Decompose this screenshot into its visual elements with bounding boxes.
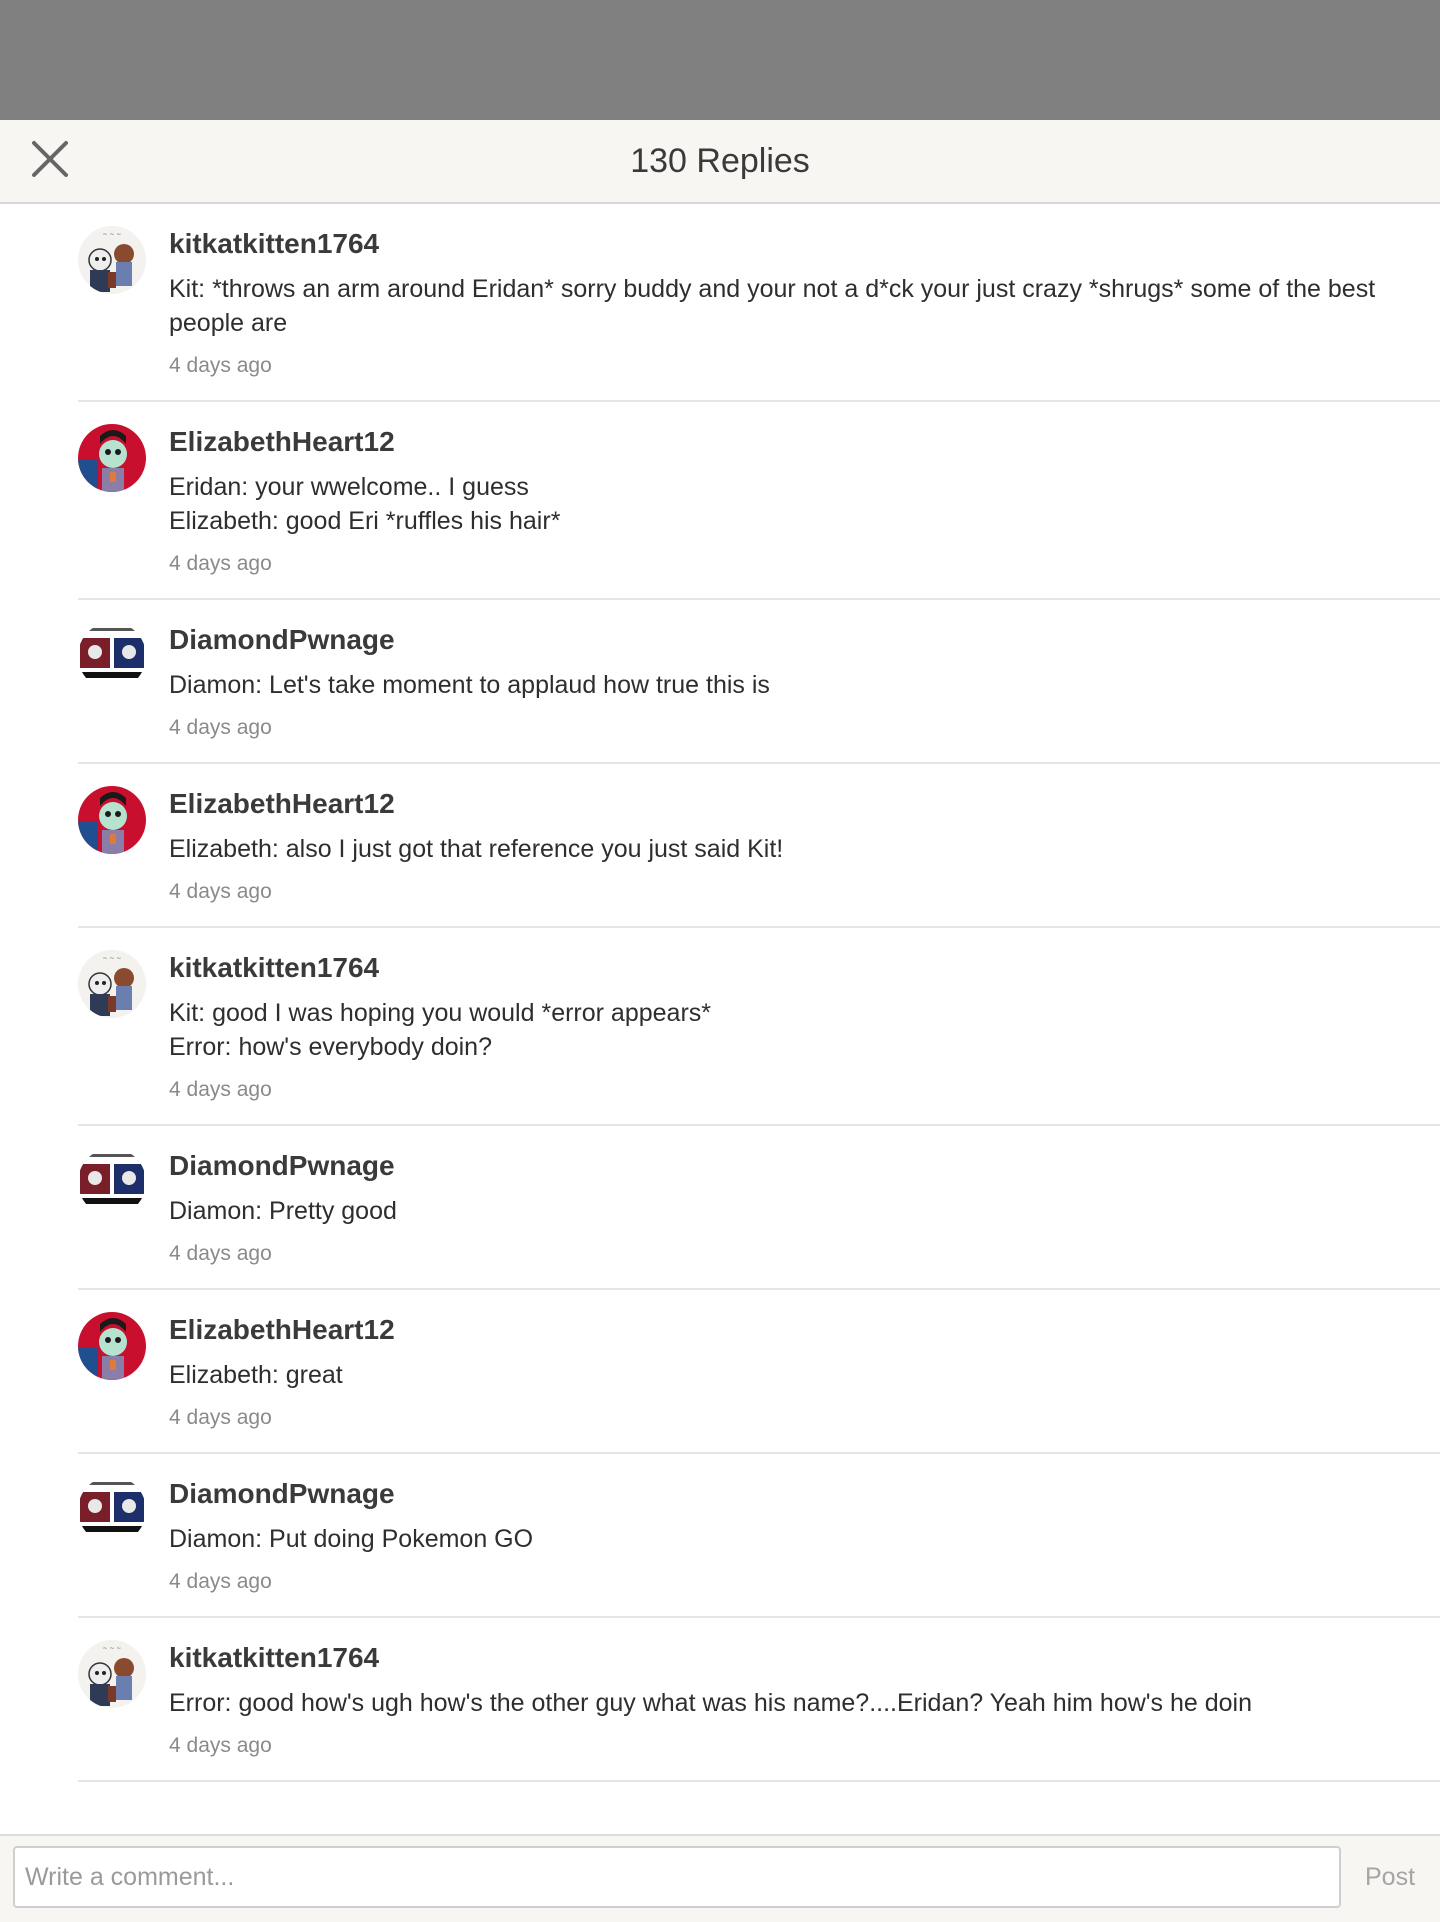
user-avatar[interactable] bbox=[78, 1312, 146, 1380]
reply-text: Error: good how's ugh how's the other gu… bbox=[169, 1689, 1253, 1717]
reply-username[interactable]: DiamondPwnage bbox=[169, 1148, 1380, 1184]
reply-item: ElizabethHeart12 Elizabeth: also I just g… bbox=[78, 764, 1440, 928]
reply-username[interactable]: kitkatkitten1764 bbox=[169, 226, 1380, 262]
user-avatar[interactable] bbox=[78, 424, 146, 492]
reply-timestamp: 4 days ago bbox=[169, 716, 272, 739]
reply-item: ElizabethHeart12 Eridan: your wwelcome.. … bbox=[78, 402, 1440, 600]
reply-username[interactable]: ElizabethHeart12 bbox=[169, 786, 1380, 822]
reply-timestamp: 4 days ago bbox=[169, 1406, 272, 1429]
user-avatar[interactable]: ~ ~ ~ bbox=[78, 1640, 146, 1708]
reply-item: DiamondPwnage Diamon: Pretty good 4 days a… bbox=[78, 1126, 1440, 1290]
user-avatar[interactable]: ~ ~ ~ bbox=[78, 950, 146, 1018]
svg-text:~ ~ ~: ~ ~ ~ bbox=[103, 231, 122, 238]
reply-text: Elizabeth: also I just got that referenc… bbox=[169, 835, 784, 863]
reply-timestamp: 4 days ago bbox=[169, 552, 272, 575]
reply-timestamp: 4 days ago bbox=[169, 1570, 272, 1593]
user-avatar[interactable] bbox=[78, 786, 146, 854]
reply-list[interactable]: ~ ~ ~ kitkatkitten1764 Kit: *throws an arm… bbox=[0, 204, 1440, 1834]
comment-input[interactable] bbox=[13, 1846, 1341, 1908]
reply-text: Diamon: Put doing Pokemon GO bbox=[169, 1525, 534, 1553]
reply-username[interactable]: ElizabethHeart12 bbox=[169, 1312, 1380, 1348]
reply-username[interactable]: kitkatkitten1764 bbox=[169, 1640, 1380, 1676]
reply-timestamp: 4 days ago bbox=[169, 1242, 272, 1265]
user-avatar[interactable] bbox=[78, 1148, 146, 1216]
post-button[interactable]: Post bbox=[1350, 1846, 1430, 1908]
reply-item: ~ ~ ~ kitkatkitten1764 Kit: good I was hop… bbox=[78, 928, 1440, 1126]
replies-header: 130 Replies bbox=[0, 120, 1440, 204]
status-bar-overlay bbox=[0, 0, 1440, 120]
reply-text: Kit: good I was hoping you would *error … bbox=[169, 999, 711, 1027]
reply-item: ElizabethHeart12 Elizabeth: great 4 days a… bbox=[78, 1290, 1440, 1454]
svg-text:~ ~ ~: ~ ~ ~ bbox=[103, 955, 122, 962]
close-button[interactable] bbox=[24, 138, 76, 184]
close-icon bbox=[32, 141, 68, 177]
reply-text: Error: how's everybody doin? bbox=[169, 1033, 492, 1061]
reply-text: Elizabeth: good Eri *ruffles his hair* bbox=[169, 507, 561, 535]
reply-timestamp: 4 days ago bbox=[169, 354, 272, 377]
reply-timestamp: 4 days ago bbox=[169, 1734, 272, 1757]
user-avatar[interactable]: ~ ~ ~ bbox=[78, 226, 146, 294]
reply-username[interactable]: DiamondPwnage bbox=[169, 622, 1380, 658]
reply-text: Elizabeth: great bbox=[169, 1361, 343, 1389]
reply-item: DiamondPwnage Diamon: Let's take moment t… bbox=[78, 600, 1440, 764]
reply-text: Diamon: Let's take moment to applaud how… bbox=[169, 671, 770, 699]
reply-text: people are bbox=[169, 309, 288, 337]
reply-username[interactable]: ElizabethHeart12 bbox=[169, 424, 1380, 460]
reply-text: Kit: *throws an arm around Eridan* sorry… bbox=[169, 275, 1376, 303]
reply-timestamp: 4 days ago bbox=[169, 880, 272, 903]
user-avatar[interactable] bbox=[78, 622, 146, 690]
reply-username[interactable]: DiamondPwnage bbox=[169, 1476, 1380, 1512]
comment-composer: Post bbox=[0, 1834, 1440, 1922]
reply-text: Diamon: Pretty good bbox=[169, 1197, 397, 1225]
reply-item: DiamondPwnage Diamon: Put doing Pokemon G… bbox=[78, 1454, 1440, 1618]
reply-item: ~ ~ ~ kitkatkitten1764 Kit: *throws an arm… bbox=[78, 204, 1440, 402]
reply-timestamp: 4 days ago bbox=[169, 1078, 272, 1101]
reply-username[interactable]: kitkatkitten1764 bbox=[169, 950, 1380, 986]
reply-item: ~ ~ ~ kitkatkitten1764 Error: good how's u… bbox=[78, 1618, 1440, 1782]
svg-text:~ ~ ~: ~ ~ ~ bbox=[103, 1645, 122, 1652]
user-avatar[interactable] bbox=[78, 1476, 146, 1544]
reply-text: Eridan: your wwelcome.. I guess bbox=[169, 473, 529, 501]
page-title: 130 Replies bbox=[630, 142, 810, 180]
